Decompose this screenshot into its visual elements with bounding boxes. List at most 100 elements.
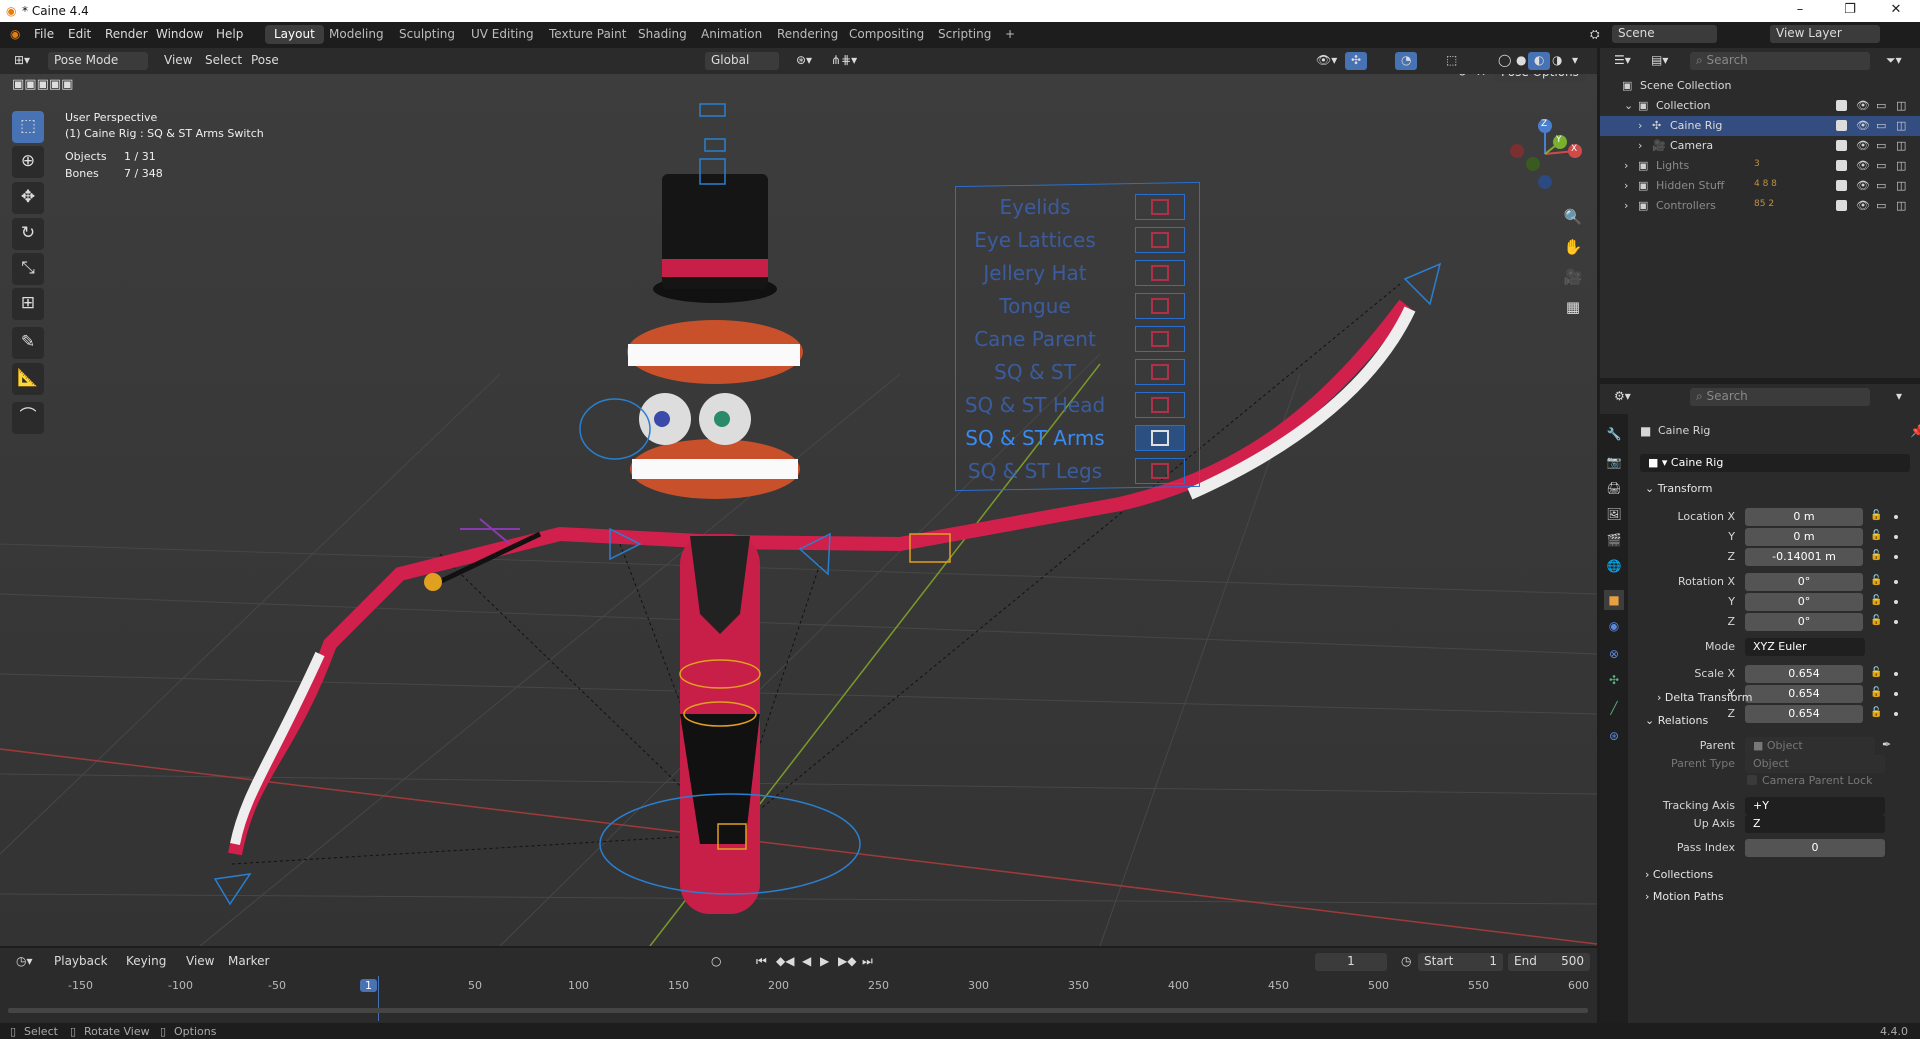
expand-chevron-icon[interactable]: › bbox=[1624, 179, 1628, 192]
overlay-toggle-icon[interactable]: ◔ bbox=[1395, 52, 1418, 70]
output-tab-icon[interactable]: 🖨 bbox=[1604, 478, 1624, 498]
menu-help[interactable]: Help bbox=[216, 27, 243, 41]
switch-toggle-box[interactable] bbox=[1135, 326, 1185, 352]
exclude-checkbox[interactable] bbox=[1836, 100, 1847, 111]
mode-selector[interactable]: Pose Mode bbox=[48, 52, 148, 70]
viewport-disable-icon[interactable]: ▭ bbox=[1876, 159, 1886, 172]
render-camera-icon[interactable]: ◫ bbox=[1896, 139, 1906, 152]
tab-scripting[interactable]: Scripting bbox=[929, 25, 1000, 44]
pose-options-dropdown[interactable]: Pose Options bbox=[1495, 74, 1587, 82]
bone-constraint-tab-icon[interactable]: ⊛ bbox=[1604, 726, 1624, 746]
keyframe-dot[interactable] bbox=[1894, 580, 1898, 584]
bone-tab-icon[interactable]: ╱ bbox=[1604, 698, 1624, 718]
tab-layout[interactable]: Layout bbox=[265, 25, 324, 44]
move-tool-icon[interactable]: ✥ bbox=[12, 182, 44, 214]
snap-icon[interactable]: ⋔⋕▾ bbox=[825, 52, 863, 70]
outliner-row[interactable]: › ▣ Controllers 85 2 👁 ▭ ◫ bbox=[1600, 196, 1920, 216]
render-camera-icon[interactable]: ◫ bbox=[1896, 159, 1906, 172]
switch-row[interactable]: Eyelids bbox=[960, 192, 1200, 222]
lock-icon[interactable]: 🔓 bbox=[1870, 707, 1882, 718]
switch-row[interactable]: SQ & ST Head bbox=[960, 390, 1200, 420]
switch-row[interactable]: SQ & ST Legs bbox=[960, 456, 1200, 486]
outliner-row[interactable]: › ▣ Lights 3 👁 ▭ ◫ bbox=[1600, 156, 1920, 176]
annotate-tool-icon[interactable]: ✎ bbox=[12, 327, 44, 359]
switch-row[interactable]: Cane Parent bbox=[960, 324, 1200, 354]
data-tab-icon[interactable]: ✣ bbox=[1604, 670, 1624, 690]
tab-modeling[interactable]: Modeling bbox=[320, 25, 393, 44]
preview-range-icon[interactable]: ◷ bbox=[1395, 953, 1417, 971]
cursor-tool-icon[interactable]: ⊕ bbox=[12, 146, 44, 178]
lock-icon[interactable]: 🔓 bbox=[1870, 615, 1882, 626]
exclude-checkbox[interactable] bbox=[1836, 160, 1847, 171]
timeline[interactable]: ◷▾ Playback Keying View Marker ○ ⏮ ◆◀ ◀ … bbox=[0, 948, 1597, 1023]
view-layer-selector[interactable]: View Layer bbox=[1770, 25, 1880, 43]
start-frame-field[interactable]: Start 1 bbox=[1418, 953, 1503, 971]
parent-field[interactable]: ■ Object bbox=[1745, 737, 1875, 755]
maximize-button[interactable]: ❐ bbox=[1830, 2, 1870, 17]
camera-view-icon[interactable]: 🎥 bbox=[1560, 264, 1586, 290]
switch-toggle-box[interactable] bbox=[1135, 392, 1185, 418]
visibility-icon[interactable]: 👁▾ bbox=[1310, 52, 1343, 70]
viewport-disable-icon[interactable]: ▭ bbox=[1876, 99, 1886, 112]
tool-tab-icon[interactable]: 🔧 bbox=[1604, 424, 1624, 444]
properties-options-icon[interactable]: ▾ bbox=[1890, 388, 1908, 406]
delta-transform-header[interactable]: › Delta Transform bbox=[1657, 691, 1752, 704]
visibility-eye-icon[interactable]: 👁 bbox=[1856, 139, 1870, 152]
marker-menu[interactable]: Marker bbox=[222, 953, 275, 971]
switch-toggle-box[interactable] bbox=[1135, 293, 1185, 319]
outliner-row[interactable]: › ✣ Caine Rig 👁 ▭ ◫ bbox=[1600, 116, 1920, 136]
keyframe-dot[interactable] bbox=[1894, 672, 1898, 676]
shading-options-icon[interactable]: ▾ bbox=[1566, 52, 1584, 70]
viewport-disable-icon[interactable]: ▭ bbox=[1876, 179, 1886, 192]
tab-sculpting[interactable]: Sculpting bbox=[390, 25, 464, 44]
motion-paths-panel-header[interactable]: › Motion Paths bbox=[1645, 890, 1724, 903]
menu-view[interactable]: View bbox=[158, 52, 198, 70]
scene-tab-icon[interactable]: 🎬 bbox=[1604, 530, 1624, 550]
transform-orientation-selector[interactable]: Global bbox=[705, 52, 779, 70]
auto-key-icon[interactable]: ○ bbox=[705, 953, 727, 971]
lock-icon[interactable]: 🔓 bbox=[1870, 530, 1882, 541]
viewport-disable-icon[interactable]: ▭ bbox=[1876, 119, 1886, 132]
tab-compositing[interactable]: Compositing bbox=[840, 25, 933, 44]
visibility-eye-icon[interactable]: 👁 bbox=[1856, 199, 1870, 212]
keyframe-dot[interactable] bbox=[1894, 692, 1898, 696]
zoom-icon[interactable]: 🔍 bbox=[1560, 204, 1586, 230]
switch-toggle-box[interactable] bbox=[1135, 359, 1185, 385]
outliner-editor-icon[interactable]: ☰▾ bbox=[1608, 52, 1637, 70]
lock-icon[interactable]: 🔓 bbox=[1870, 595, 1882, 606]
timeline-editor-icon[interactable]: ◷▾ bbox=[10, 953, 39, 971]
switch-row[interactable]: Jellery Hat bbox=[960, 258, 1200, 288]
exclude-checkbox[interactable] bbox=[1836, 140, 1847, 151]
lock-icon[interactable]: 🔓 bbox=[1870, 575, 1882, 586]
location-z-field[interactable]: -0.14001 m bbox=[1745, 548, 1863, 566]
constraints-tab-icon[interactable]: ⊗ bbox=[1604, 644, 1624, 664]
add-workspace-button[interactable]: + bbox=[996, 25, 1024, 44]
keyframe-dot[interactable] bbox=[1894, 515, 1898, 519]
menu-select[interactable]: Select bbox=[199, 52, 248, 70]
keying-menu[interactable]: Keying bbox=[120, 953, 172, 971]
scale-z-field[interactable]: 0.654 bbox=[1745, 705, 1863, 723]
menu-pose[interactable]: Pose bbox=[245, 52, 285, 70]
close-overlay-icon[interactable]: ✕ bbox=[1470, 74, 1492, 82]
close-button[interactable]: ✕ bbox=[1876, 2, 1916, 17]
display-mode-icon[interactable]: ▤▾ bbox=[1645, 52, 1674, 70]
properties-editor[interactable]: ⚙▾ ⌕ Search ▾ 🔧 📷 🖨 🖼 🎬 🌐 ■ ◉ ⊗ ✣ ╱ ⊛ ■ … bbox=[1600, 384, 1920, 1023]
menu-render[interactable]: Render bbox=[105, 27, 148, 41]
location-y-field[interactable]: 0 m bbox=[1745, 528, 1863, 546]
visibility-eye-icon[interactable]: 👁 bbox=[1856, 119, 1870, 132]
outliner-search-input[interactable]: ⌕ Search bbox=[1690, 52, 1870, 70]
blender-menu-icon[interactable]: ◉ bbox=[10, 27, 20, 41]
pivot-icon[interactable]: ⊛▾ bbox=[790, 52, 818, 70]
switch-toggle-box[interactable] bbox=[1135, 194, 1185, 220]
switch-toggle-box[interactable] bbox=[1135, 227, 1185, 253]
tab-uv-editing[interactable]: UV Editing bbox=[462, 25, 543, 44]
tab-texture-paint[interactable]: Texture Paint bbox=[540, 25, 635, 44]
exclude-checkbox[interactable] bbox=[1836, 180, 1847, 191]
render-tab-icon[interactable]: 📷 bbox=[1604, 452, 1624, 472]
editor-type-icon[interactable]: ⊞▾ bbox=[8, 52, 36, 70]
up-axis-select[interactable]: Z bbox=[1745, 815, 1885, 833]
properties-editor-icon[interactable]: ⚙▾ bbox=[1608, 388, 1637, 406]
pass-index-field[interactable]: 0 bbox=[1745, 839, 1885, 857]
minimize-button[interactable]: – bbox=[1780, 2, 1820, 17]
object-tab-icon[interactable]: ■ bbox=[1604, 590, 1624, 610]
